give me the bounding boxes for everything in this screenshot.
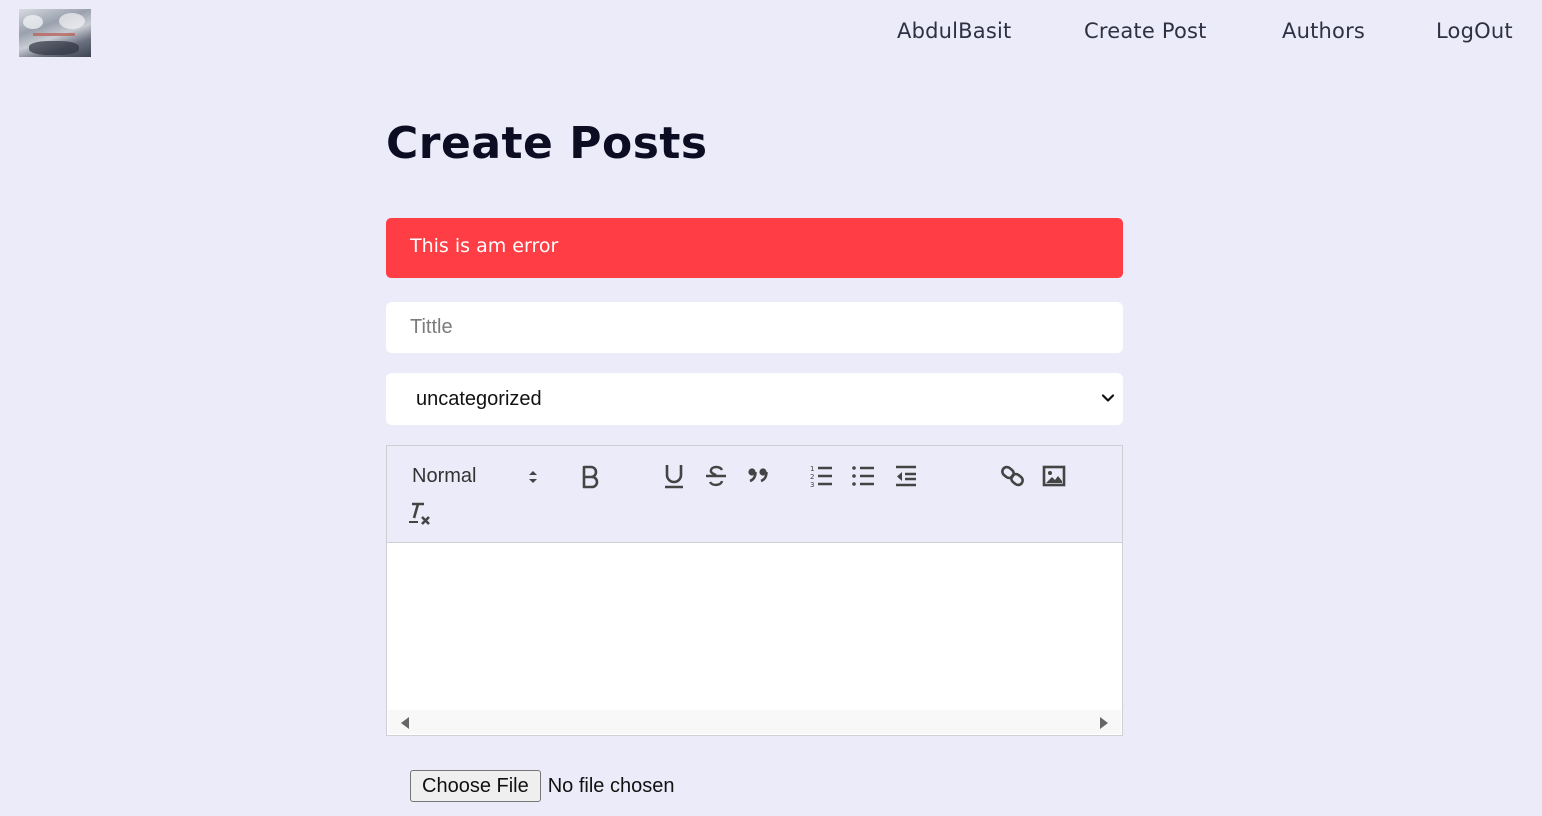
strikethrough-icon[interactable] bbox=[703, 463, 729, 489]
bold-icon[interactable] bbox=[577, 463, 603, 489]
nav-link-logout[interactable]: LogOut bbox=[1436, 19, 1513, 43]
file-input: Choose File No file chosen bbox=[410, 770, 674, 802]
category-select-value: uncategorized bbox=[416, 387, 542, 410]
clear-formatting-icon[interactable] bbox=[407, 500, 433, 528]
svg-text:2: 2 bbox=[810, 473, 814, 481]
bullet-list-icon[interactable] bbox=[851, 463, 877, 489]
ordered-list-icon[interactable]: 1 2 3 bbox=[809, 463, 835, 489]
category-select[interactable]: uncategorized bbox=[386, 373, 1123, 425]
top-nav: AbdulBasit Create Post Authors LogOut bbox=[0, 0, 1542, 66]
chevron-down-icon bbox=[1101, 394, 1115, 402]
image-icon[interactable] bbox=[1041, 463, 1067, 489]
link-icon[interactable] bbox=[999, 462, 1027, 490]
nav-link-profile[interactable]: AbdulBasit bbox=[897, 19, 1011, 43]
header-format-value: Normal bbox=[412, 465, 477, 487]
error-message: This is am error bbox=[386, 218, 1123, 278]
horizontal-scrollbar[interactable] bbox=[388, 710, 1121, 734]
outdent-icon[interactable] bbox=[893, 463, 919, 489]
sort-arrows-icon bbox=[529, 471, 537, 483]
nav-link-authors[interactable]: Authors bbox=[1282, 19, 1365, 43]
svg-text:3: 3 bbox=[810, 481, 814, 489]
editor-toolbar: Normal 1 2 3 bbox=[386, 445, 1123, 543]
file-status-text: No file chosen bbox=[547, 774, 675, 797]
title-input[interactable] bbox=[386, 302, 1123, 353]
choose-file-button[interactable]: Choose File bbox=[410, 770, 541, 802]
header-format-select[interactable]: Normal bbox=[412, 465, 542, 488]
page-title: Create Posts bbox=[386, 118, 708, 169]
site-logo[interactable] bbox=[19, 9, 91, 57]
editor-content-area[interactable] bbox=[386, 542, 1123, 736]
blockquote-icon[interactable] bbox=[745, 463, 771, 489]
scroll-right-icon[interactable] bbox=[1098, 716, 1110, 730]
scroll-left-icon[interactable] bbox=[399, 716, 411, 730]
nav-link-create-post[interactable]: Create Post bbox=[1084, 19, 1207, 43]
underline-icon[interactable] bbox=[661, 462, 687, 490]
svg-text:1: 1 bbox=[810, 465, 814, 473]
